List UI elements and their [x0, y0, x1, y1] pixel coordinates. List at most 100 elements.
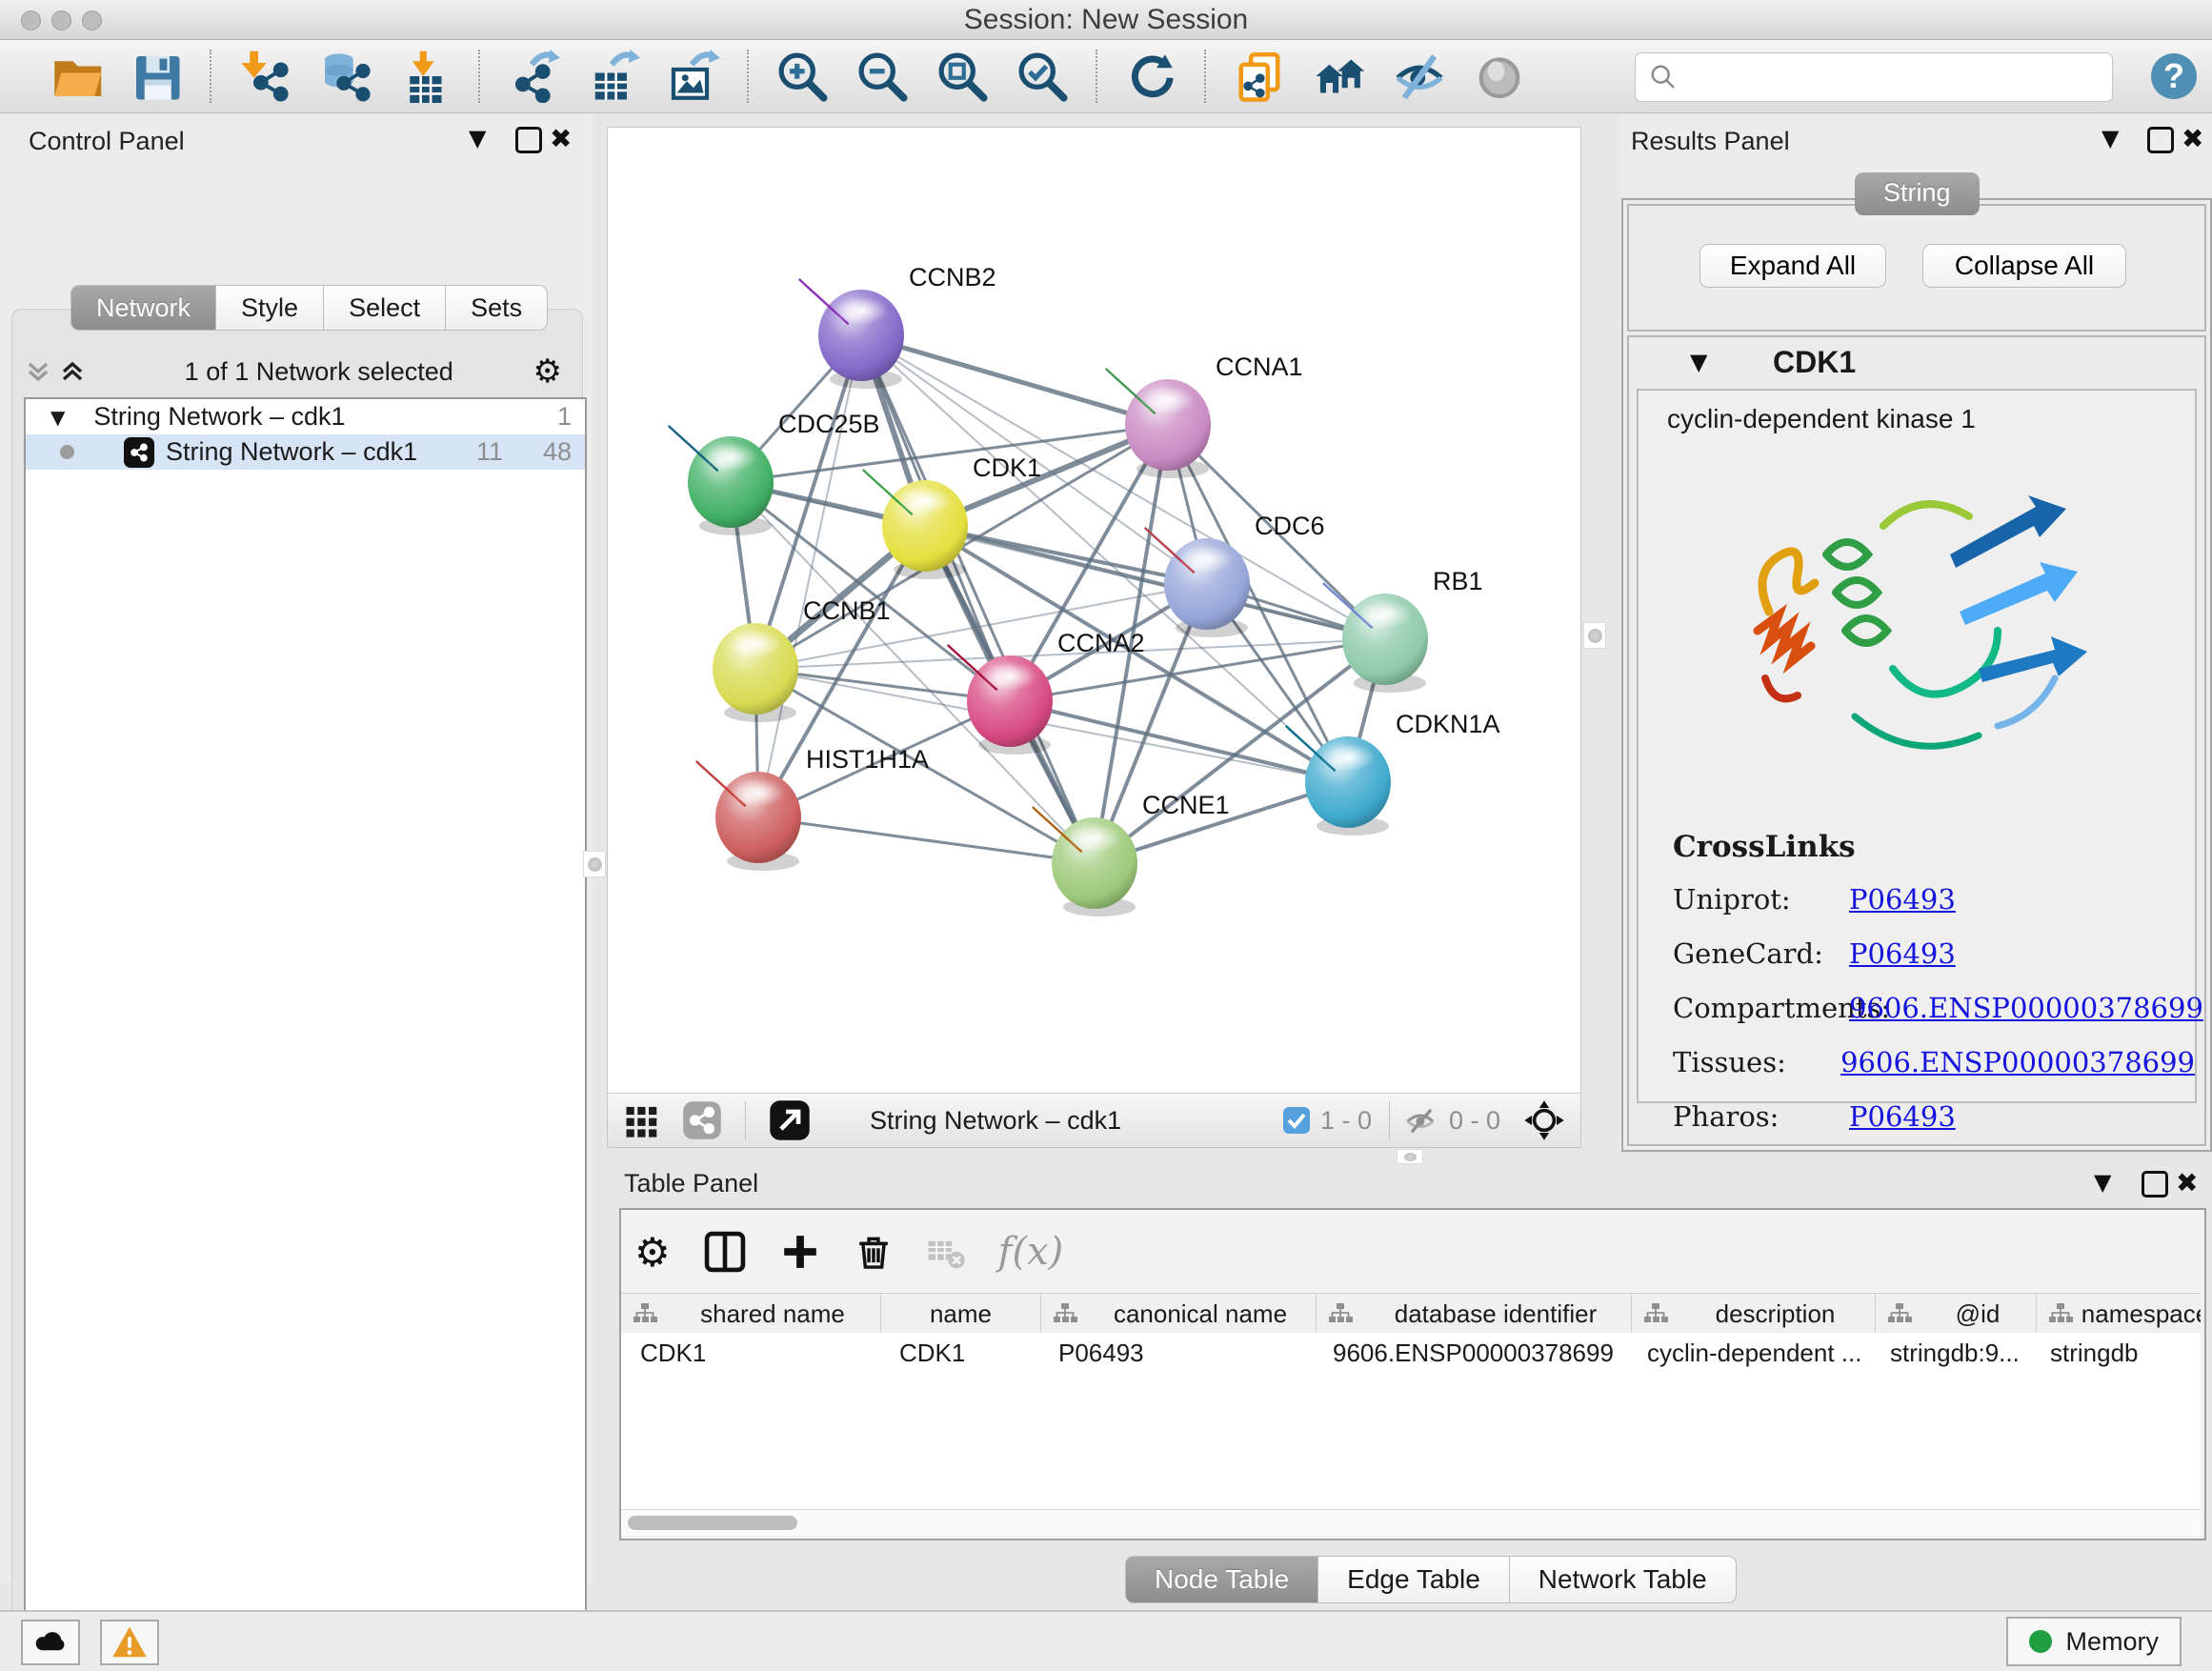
zoom-selected-icon[interactable] [1016, 50, 1069, 103]
export-image-icon[interactable] [667, 50, 720, 103]
crosslink-value-link[interactable]: P06493 [1849, 937, 1956, 970]
close-table-icon[interactable]: ✖ [2176, 1167, 2198, 1198]
refresh-icon[interactable] [1124, 50, 1177, 103]
table-horizontal-scrollbar[interactable] [621, 1509, 2201, 1536]
first-neighbors-icon[interactable] [1313, 50, 1366, 103]
node-label-CDC6: CDC6 [1255, 512, 1325, 540]
left-splitter-handle[interactable] [583, 851, 606, 877]
close-results-icon[interactable]: ✖ [2182, 123, 2203, 154]
network-list: ▼String Network – cdk11String Network – … [24, 397, 587, 1671]
column-header-name[interactable]: name [881, 1294, 1041, 1334]
node-label-CDC25B: CDC25B [778, 410, 880, 438]
float-table-icon[interactable] [2142, 1171, 2168, 1198]
collapse-results-icon[interactable]: ▼ [2101, 125, 2119, 151]
tab-network-table[interactable]: Network Table [1510, 1556, 1737, 1603]
table-row[interactable]: CDK1CDK1P064939606.ENSP00000378699cyclin… [621, 1333, 2201, 1373]
zoom-out-icon[interactable] [855, 50, 909, 103]
import-network-icon[interactable] [238, 50, 292, 103]
network-share-icon[interactable] [682, 1100, 722, 1140]
tab-network[interactable]: Network [70, 285, 216, 331]
node-HIST1H1A[interactable]: HIST1H1A [696, 745, 929, 871]
network-options-gear-icon[interactable]: ⚙ [533, 352, 562, 391]
birdseye-icon[interactable] [1523, 1099, 1565, 1141]
save-icon[interactable] [130, 50, 183, 103]
help-icon[interactable]: ? [2151, 53, 2197, 99]
crosslink-value-link[interactable]: P06493 [1849, 1100, 1956, 1133]
open-icon[interactable] [50, 50, 103, 103]
export-table-icon[interactable] [587, 50, 640, 103]
crosslink-value-link[interactable]: 9606.ENSP00000378699 [1840, 1046, 2195, 1078]
node-CDKN1A[interactable]: CDKN1A [1286, 710, 1500, 836]
collapse-all-networks-icon[interactable] [59, 358, 86, 385]
edge-CCNB2-CCNE1[interactable] [861, 335, 1095, 863]
cloud-icon[interactable] [21, 1620, 80, 1665]
network-list-item[interactable]: String Network – cdk11148 [26, 434, 585, 470]
expand-all-networks-icon[interactable] [25, 358, 51, 385]
network-selector-row: 1 of 1 Network selected ⚙ [13, 350, 579, 393]
table-cell: P06493 [1039, 1339, 1314, 1368]
hide-selected-icon[interactable] [1393, 50, 1446, 103]
node-label-HIST1H1A: HIST1H1A [806, 745, 929, 774]
tab-string[interactable]: String [1855, 172, 1980, 215]
search-input[interactable] [1687, 62, 2112, 93]
show-all-icon[interactable] [1473, 50, 1526, 103]
crosslink-value-link[interactable]: 9606.ENSP00000378699 [1849, 992, 2203, 1024]
edge-CCNB2-CCNA1[interactable] [861, 335, 1168, 425]
column-header-namespace[interactable]: namespace [2037, 1294, 2201, 1334]
expand-all-button[interactable]: Expand All [1699, 244, 1886, 288]
crosslink-label: GeneCard: [1673, 937, 1849, 970]
import-table-icon[interactable] [398, 50, 452, 103]
collapse-table-icon[interactable]: ▼ [2094, 1169, 2111, 1196]
scrollbar-thumb[interactable] [628, 1516, 797, 1530]
expander-icon[interactable]: ▼ [50, 406, 65, 429]
tab-edge-table[interactable]: Edge Table [1318, 1556, 1510, 1603]
results-panel-title: Results Panel [1631, 127, 1790, 156]
export-network-icon[interactable] [507, 50, 560, 103]
float-panel-icon[interactable] [515, 127, 542, 153]
column-header-description[interactable]: description [1632, 1294, 1876, 1334]
selected-checkbox-icon[interactable] [1282, 1106, 1311, 1135]
close-panel-icon[interactable]: ✖ [550, 123, 572, 154]
collapse-all-button[interactable]: Collapse All [1922, 244, 2126, 288]
node-CCNE1[interactable]: CCNE1 [1033, 791, 1230, 916]
tab-node-table[interactable]: Node Table [1125, 1556, 1318, 1603]
search-box[interactable] [1635, 52, 2113, 102]
node-table-box: ⚙ f(x) shared namenamecanonical namedata… [619, 1208, 2206, 1540]
collapse-panel-icon[interactable]: ▼ [469, 125, 486, 151]
memory-button[interactable]: Memory [2006, 1617, 2182, 1666]
tab-select[interactable]: Select [324, 285, 446, 331]
add-column-icon[interactable] [779, 1231, 821, 1273]
collapse-protein-icon[interactable]: ▼ [1690, 349, 1707, 375]
bullet-icon [60, 445, 74, 459]
grid-view-icon[interactable] [623, 1101, 661, 1139]
node-RB1[interactable]: RB1 [1323, 567, 1483, 693]
crosslink-value-link[interactable]: P06493 [1849, 883, 1956, 916]
edge-CDK1-RB1[interactable] [925, 526, 1385, 639]
clone-network-icon[interactable] [1233, 50, 1286, 103]
network-name: String Network – cdk1 [166, 437, 440, 467]
external-link-icon[interactable] [769, 1099, 811, 1141]
edge-HIST1H1A-CCNE1[interactable] [758, 817, 1095, 863]
hidden-eye-icon [1403, 1102, 1439, 1138]
edge-CCNA2-CDKN1A[interactable] [1010, 701, 1348, 782]
tab-style[interactable]: Style [216, 285, 324, 331]
column-header-database-identifier[interactable]: database identifier [1317, 1294, 1632, 1334]
tab-sets[interactable]: Sets [446, 285, 548, 331]
network-view-footer: String Network – cdk1 1 - 0 0 - 0 [607, 1093, 1581, 1148]
delete-column-icon[interactable] [854, 1232, 894, 1272]
network-list-item[interactable]: ▼String Network – cdk11 [26, 399, 585, 434]
import-database-icon[interactable] [318, 50, 372, 103]
show-columns-icon[interactable] [703, 1230, 747, 1274]
zoom-fit-icon[interactable] [935, 50, 989, 103]
table-gear-icon[interactable]: ⚙ [634, 1229, 671, 1276]
warning-icon[interactable] [100, 1620, 159, 1665]
float-results-icon[interactable] [2147, 127, 2174, 153]
column-header-shared-name[interactable]: shared name [621, 1294, 881, 1334]
crosslink-row: Tissues: 9606.ENSP00000378699 [1673, 1046, 2195, 1078]
right-splitter-handle[interactable] [1583, 622, 1606, 649]
zoom-in-icon[interactable] [775, 50, 829, 103]
column-header--id[interactable]: @id [1876, 1294, 2037, 1334]
column-header-canonical-name[interactable]: canonical name [1041, 1294, 1317, 1334]
network-canvas[interactable]: CCNB2 CCNA1 CDC25B CDK1 CDC6 RB1 CCNB1 [607, 127, 1581, 1095]
crosslink-row: Uniprot: P06493 [1673, 883, 2195, 916]
